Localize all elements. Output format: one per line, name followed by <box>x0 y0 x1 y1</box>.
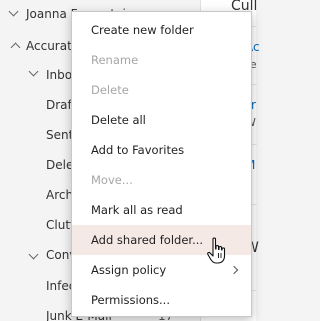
menu-item-mark-all-as-read[interactable]: Mark all as read <box>72 195 251 225</box>
menu-item-permissions[interactable]: Permissions... <box>72 285 251 315</box>
menu-item-create-new-folder[interactable]: Create new folder <box>72 15 251 45</box>
chevron-up-icon[interactable] <box>10 42 21 53</box>
folder-sent[interactable]: Sent <box>46 125 73 145</box>
chevron-right-icon <box>229 265 239 275</box>
chevron-down-icon[interactable] <box>28 66 39 77</box>
hand-pointer-icon <box>207 237 226 264</box>
menu-item-rename[interactable]: Rename <box>72 45 251 75</box>
menu-item-label: Assign policy <box>91 263 167 277</box>
menu-item-delete[interactable]: Delete <box>72 75 251 105</box>
folder-context-menu: Create new folder Rename Delete Delete a… <box>71 11 252 317</box>
chevron-down-icon[interactable] <box>28 249 39 260</box>
chevron-down-icon[interactable] <box>8 6 19 17</box>
menu-item-add-to-favorites[interactable]: Add to Favorites <box>72 135 251 165</box>
menu-item-delete-all[interactable]: Delete all <box>72 105 251 135</box>
menu-item-move[interactable]: Move... <box>72 165 251 195</box>
